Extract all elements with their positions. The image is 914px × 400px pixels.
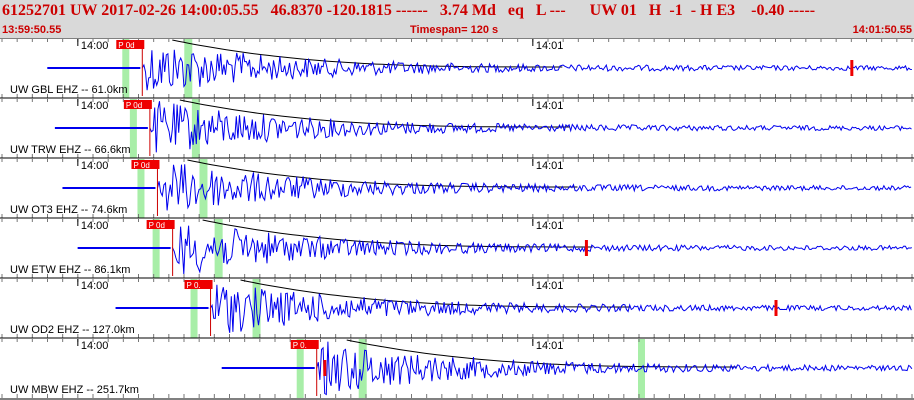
pick-label: P 0d: [133, 161, 149, 170]
waveform: [316, 341, 913, 396]
pick-label: P 0d: [118, 41, 134, 50]
end-time: 14:01:50.55: [852, 24, 912, 36]
waveform: [171, 225, 912, 275]
end-pick-marker[interactable]: [584, 240, 588, 256]
station-label: UW GBL EHZ -- 61.0km: [10, 84, 128, 96]
pick-label: P 0d: [126, 101, 142, 110]
end-pick-marker[interactable]: [850, 60, 854, 76]
waveform: [209, 284, 912, 333]
start-time: 13:59:50.55: [2, 24, 62, 36]
minute-label: 14:00: [81, 100, 109, 112]
coda-envelope: [179, 99, 570, 128]
end-pick-marker[interactable]: [323, 360, 327, 376]
channel-info: UW 01: [589, 2, 637, 19]
event-type: eq: [507, 2, 524, 19]
waveform: [141, 49, 912, 91]
minute-label: 14:00: [81, 160, 109, 172]
event-latitude: 46.8370: [270, 2, 323, 19]
minute-label: 14:00: [81, 40, 109, 52]
event-datetime: 2017-02-26 14:00:05.55: [101, 2, 259, 19]
pick-label: P 0.: [187, 281, 201, 290]
station-label: UW OT3 EHZ -- 74.6km: [10, 204, 127, 216]
minute-label: 14:01: [536, 40, 564, 52]
minute-label: 14:01: [536, 160, 564, 172]
station-label: UW MBW EHZ -- 251.7km: [10, 384, 139, 396]
minute-label: 14:00: [81, 220, 109, 232]
pick-label: P 0.: [293, 341, 307, 350]
waveform: [157, 164, 912, 211]
event-magnitude: 3.74: [439, 2, 468, 19]
channel-flags: H -1 - H E3: [648, 2, 736, 19]
event-header: 61252701 UW 2017-02-26 14:00:05.55 46.83…: [0, 0, 914, 38]
minute-label: 14:01: [536, 100, 564, 112]
analysis-window-band: [358, 339, 367, 398]
event-longitude: -120.1815: [326, 2, 392, 19]
event-network: UW: [70, 2, 98, 19]
event-location-flag: L ---: [535, 2, 566, 19]
timebar: 13:59:50.55 Timespan= 120 s 14:01:50.55: [0, 24, 914, 38]
seismogram-panel[interactable]: 14:00 14:01 P 0d UW GBL EHZ -- 61.0km 14:00 1…: [0, 38, 914, 400]
timespan-label: Timespan= 120 s: [410, 24, 499, 36]
station-label: UW ETW EHZ -- 86.1km: [10, 264, 130, 276]
station-label: UW TRW EHZ -- 66.6km: [10, 144, 131, 156]
minute-label: 14:01: [536, 280, 564, 292]
event-depth: ------: [395, 2, 428, 19]
event-magnitude-type: Md: [471, 2, 496, 19]
event-id: 61252701: [2, 2, 66, 19]
end-pick-marker[interactable]: [774, 300, 778, 316]
minute-label: 14:00: [81, 280, 109, 292]
minute-label: 14:01: [536, 340, 564, 352]
station-label: UW OD2 EHZ -- 127.0km: [10, 324, 135, 336]
coda-envelope: [187, 159, 578, 188]
coda-envelope: [172, 39, 563, 68]
event-summary-line: 61252701 UW 2017-02-26 14:00:05.55 46.83…: [2, 2, 815, 20]
minute-label: 14:01: [536, 220, 564, 232]
header-value: -0.40 -----: [751, 2, 816, 19]
pick-label: P 0d: [149, 221, 165, 230]
minute-label: 14:00: [81, 340, 109, 352]
